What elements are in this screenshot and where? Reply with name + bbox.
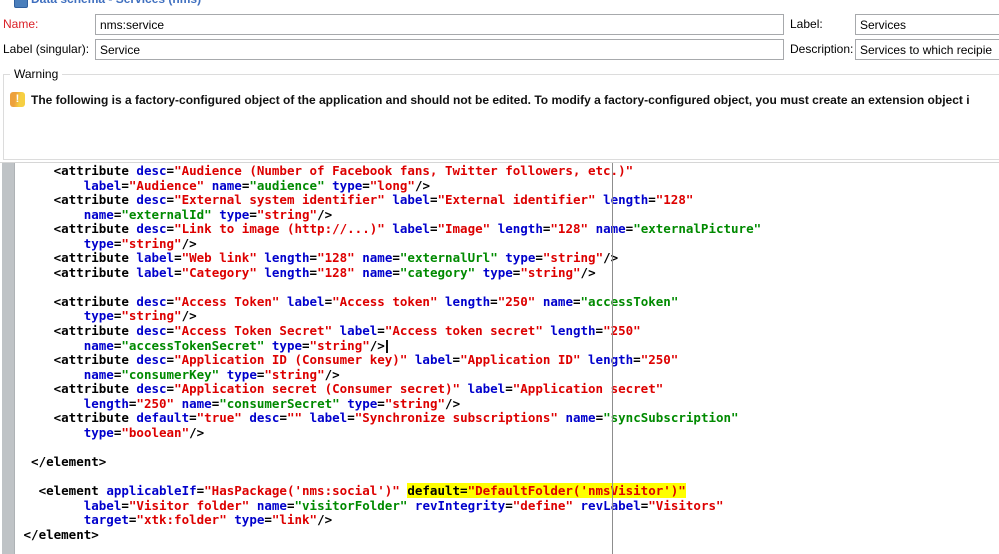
code-line: <attribute desc="Audience (Number of Fac…: [16, 164, 634, 178]
warning-groupbox: [3, 74, 999, 160]
label-label: Label:: [790, 17, 823, 31]
code-line: label="Audience" name="audience" type="l…: [83, 177, 430, 193]
code-line: label="Visitor folder" name="visitorFold…: [83, 497, 724, 513]
schema-icon: [14, 0, 28, 8]
code-line: <attribute desc="External system identif…: [16, 192, 694, 208]
warning-legend: Warning: [10, 67, 63, 81]
label-singular-input[interactable]: [95, 39, 784, 60]
name-input[interactable]: [95, 14, 784, 35]
code-line: <attribute desc="Application ID (Consume…: [16, 352, 679, 368]
code-line: </element>: [16, 453, 107, 469]
code-line: type="boolean"/>: [83, 424, 205, 440]
code-line: name="externalId" type="string"/>: [83, 206, 333, 222]
description-label: Description:: [790, 42, 854, 56]
code-line: <attribute desc="Access Token" label="Ac…: [16, 293, 679, 309]
editor-gutter: [2, 163, 15, 554]
code-line: <attribute desc="Link to image (http://.…: [16, 221, 762, 237]
schema-editor-window: Data schema - Services (nms) Name: Label…: [0, 0, 999, 554]
code-line: </element>: [16, 526, 99, 542]
code-line: <element applicableIf="HasPackage('nms:s…: [16, 483, 686, 499]
code-line: name="accessTokenSecret" type="string"/>: [16, 338, 999, 354]
page-title: Data schema - Services (nms): [31, 0, 201, 6]
editor-top-border: [0, 162, 999, 163]
code-line: length="250" name="consumerSecret" type=…: [83, 395, 461, 411]
code-line: type="string"/>: [83, 235, 197, 251]
window-title-clip: Data schema - Services (nms): [0, 0, 999, 9]
code-lines: <attribute desc="Audience (Number of Fac…: [16, 164, 999, 542]
warning-icon: !: [10, 92, 25, 107]
description-input[interactable]: [855, 39, 999, 60]
code-line: name="consumerKey" type="string"/>: [83, 366, 340, 382]
code-line: <attribute desc="Application secret (Con…: [16, 381, 664, 397]
text-cursor: [385, 339, 388, 353]
label-singular-label: Label (singular):: [3, 42, 90, 56]
code-line: <attribute default="true" desc="" label=…: [16, 410, 739, 426]
label-input[interactable]: [855, 14, 999, 35]
column-guide-line: [612, 163, 613, 554]
name-label: Name:: [3, 17, 39, 31]
code-line: <attribute label="Category" length="128"…: [16, 264, 596, 280]
code-line: type="string"/>: [83, 308, 197, 324]
xml-code-editor[interactable]: <attribute desc="Audience (Number of Fac…: [16, 164, 999, 554]
warning-text: The following is a factory-configured ob…: [31, 93, 970, 107]
code-line: target="xtk:folder" type="link"/>: [83, 512, 333, 528]
code-line: <attribute label="Web link" length="128"…: [16, 250, 619, 266]
code-line: <attribute desc="Access Token Secret" la…: [16, 323, 641, 339]
